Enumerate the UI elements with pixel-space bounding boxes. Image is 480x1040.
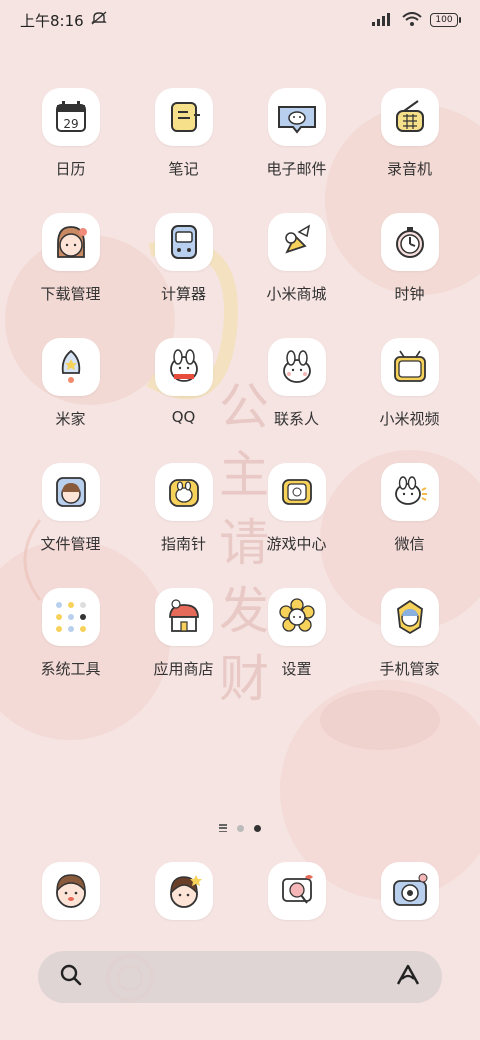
app-compass[interactable]: 指南针 [127,463,240,588]
search-icon[interactable] [58,962,84,992]
app-label: 日历 [55,160,86,178]
status-time: 上午8:16 [20,11,84,30]
search-bar[interactable] [38,951,442,1003]
calculator-icon [154,213,213,271]
mi-store-icon [267,213,326,271]
app-mijia[interactable]: 米家 [14,338,127,463]
dock-camera[interactable] [353,862,466,920]
recorder-icon [380,88,439,146]
app-app-store[interactable]: 应用商店 [127,588,240,713]
email-icon [267,88,326,146]
camera-icon [380,862,439,920]
qq-icon [154,338,213,396]
app-label: 手机管家 [379,660,440,678]
security-icon [380,588,439,646]
app-label: 指南针 [160,535,206,553]
app-label: 文件管理 [40,535,101,553]
dock-phone[interactable] [14,862,127,920]
app-game-center[interactable]: 游戏中心 [240,463,353,588]
signal-icon [372,11,394,30]
notes-icon [154,88,213,146]
dock-messages[interactable] [127,862,240,920]
app-system-tools-folder[interactable]: 系统工具 [14,588,127,713]
app-contacts[interactable]: 联系人 [240,338,353,463]
app-mi-video[interactable]: 小米视频 [353,338,466,463]
compass-icon [154,463,213,521]
app-calendar[interactable]: 29 日历 [14,88,127,213]
app-label: 微信 [394,535,425,553]
download-manager-icon [41,213,100,271]
page-dot-active[interactable] [254,824,261,832]
app-label: 米家 [55,410,86,428]
dock-browser[interactable] [240,862,353,920]
app-store-icon [154,588,213,646]
app-label: 小米视频 [379,410,440,428]
wifi-icon [402,11,422,30]
calendar-date: 29 [63,117,78,131]
settings-icon [267,588,326,646]
calendar-icon: 29 [41,88,100,146]
status-bar: 上午8:16 100 [0,0,480,40]
game-center-icon [267,463,326,521]
app-wechat[interactable]: 微信 [353,463,466,588]
wechat-icon [380,463,439,521]
page-dot[interactable] [237,824,244,832]
battery-icon: 100 [430,13,461,27]
app-mi-store[interactable]: 小米商城 [240,213,353,338]
clock-icon [380,213,439,271]
ai-assistant-icon[interactable] [394,962,422,992]
app-label: QQ [171,408,196,426]
app-label: 录音机 [386,160,432,178]
app-email[interactable]: 电子邮件 [240,88,353,213]
app-label: 小米商城 [266,285,327,303]
system-tools-folder-icon [41,588,100,646]
messages-icon [154,862,213,920]
app-settings[interactable]: 设置 [240,588,353,713]
silent-bell-icon [90,9,108,31]
app-notes[interactable]: 笔记 [127,88,240,213]
app-label: 设置 [281,660,312,678]
app-label: 电子邮件 [266,160,327,178]
file-manager-icon [41,463,100,521]
phone-icon [41,862,100,920]
app-label: 游戏中心 [266,535,327,553]
app-clock[interactable]: 时钟 [353,213,466,338]
app-label: 联系人 [273,410,319,428]
app-recorder[interactable]: 录音机 [353,88,466,213]
app-label: 系统工具 [40,660,101,678]
app-label: 笔记 [168,160,199,178]
contacts-icon [267,338,326,396]
app-label: 计算器 [160,285,206,303]
page-list-icon[interactable] [219,824,227,832]
dock [14,862,466,920]
app-label: 应用商店 [153,660,214,678]
app-label: 下载管理 [40,285,101,303]
app-security[interactable]: 手机管家 [353,588,466,713]
app-label: 时钟 [394,285,425,303]
mi-video-icon [380,338,439,396]
app-qq[interactable]: QQ [127,338,240,463]
app-calculator[interactable]: 计算器 [127,213,240,338]
browser-icon [267,862,326,920]
app-download-manager[interactable]: 下载管理 [14,213,127,338]
app-file-manager[interactable]: 文件管理 [14,463,127,588]
mijia-icon [41,338,100,396]
app-grid: 29 日历 笔记 电子邮件 录音机 下载管理 计算器 小米商城 时钟 米家 QQ… [14,88,466,713]
page-indicator[interactable] [0,824,480,832]
